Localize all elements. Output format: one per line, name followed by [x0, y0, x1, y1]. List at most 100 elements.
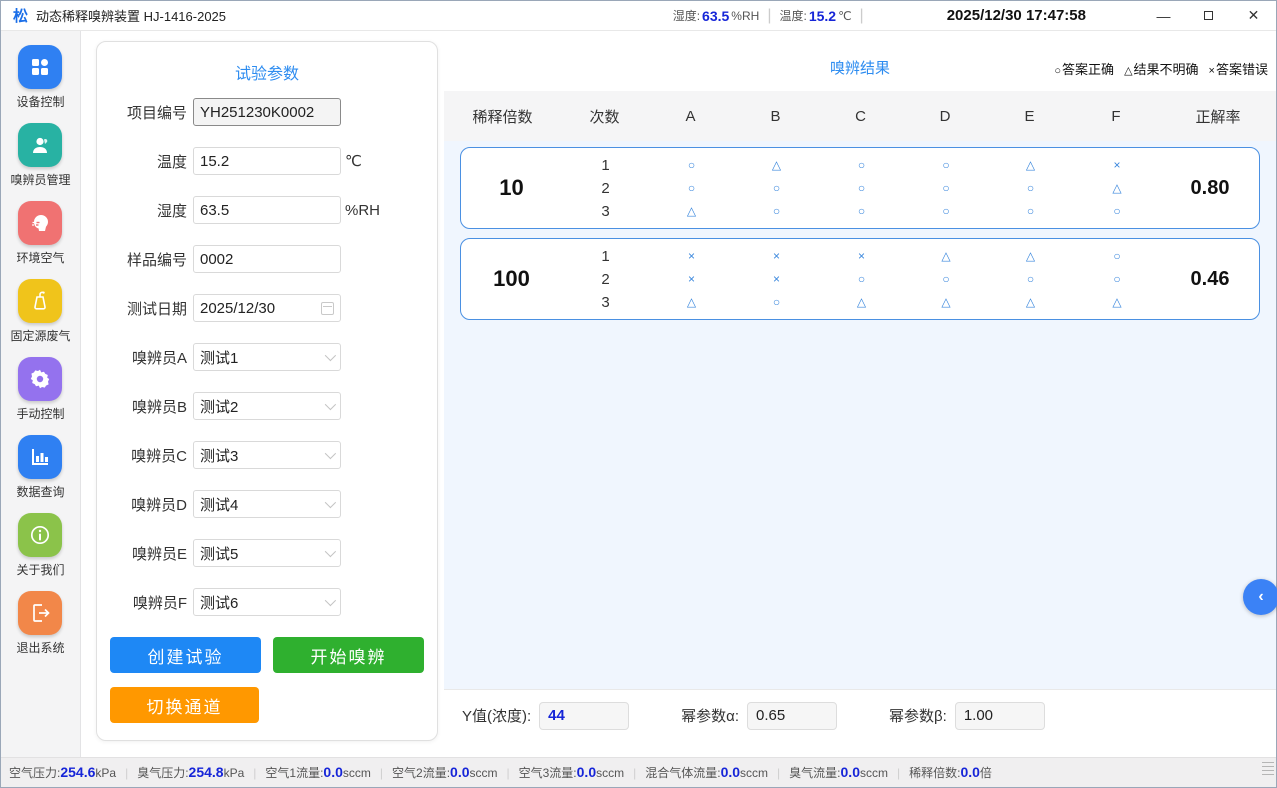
select-value: 测试1 — [200, 347, 238, 368]
select-value: 测试2 — [200, 396, 238, 417]
result-mark: ○ — [942, 200, 949, 223]
sidebar-item-sniffer-management[interactable]: 嗅辨员管理 — [10, 123, 70, 188]
trial-numbers: 123 — [562, 154, 649, 223]
minimize-button[interactable]: — — [1141, 1, 1186, 30]
result-mark: ○ — [1027, 177, 1034, 200]
legend-label: 答案错误 — [1216, 62, 1268, 77]
sidebar-item-fixed-source-gas[interactable]: 固定源废气 — [10, 279, 70, 344]
marks-column: △○○ — [988, 154, 1073, 223]
separator: | — [860, 7, 864, 25]
result-mark: ○ — [858, 177, 865, 200]
sniffer-b-select[interactable]: 测试2 — [193, 392, 341, 420]
separator: | — [897, 766, 900, 780]
app-logo-icon: 松 — [13, 5, 28, 26]
sniffer-f-select[interactable]: 测试6 — [193, 588, 341, 616]
alpha-label: 幂参数α: — [681, 705, 739, 726]
temperature-input[interactable]: 15.2 — [193, 147, 341, 175]
header-trial: 次数 — [561, 106, 648, 127]
humidity-unit: %RH — [345, 202, 380, 219]
result-row[interactable]: 100123××△××○×○△△○△△○△○○△0.46 — [460, 238, 1260, 320]
marks-column: ○○○ — [904, 154, 988, 223]
y-value-input[interactable]: 44 — [539, 702, 629, 730]
sidebar-item-data-query[interactable]: 数据查询 — [16, 435, 64, 500]
marks-column: ××△ — [649, 245, 734, 314]
select-value: 测试3 — [200, 445, 238, 466]
status-label: 空气压力: — [9, 764, 60, 781]
resize-grip[interactable] — [1262, 762, 1274, 784]
drawer-collapse-button[interactable]: ‹ — [1243, 579, 1277, 615]
sidebar-item-exit-system[interactable]: 退出系统 — [16, 591, 64, 656]
field-sniffer-e: 嗅辨员E 测试5 — [97, 539, 437, 567]
field-project-number: 项目编号 YH251230K0002 — [97, 98, 437, 126]
humidity-input[interactable]: 63.5 — [193, 196, 341, 224]
humidity-unit: %RH — [731, 9, 759, 23]
separator: | — [380, 766, 383, 780]
result-row[interactable]: 10123○○△△○○○○○○○○△○○×△○0.80 — [460, 147, 1260, 229]
sample-number-input[interactable]: 0002 — [193, 245, 341, 273]
field-sniffer-c: 嗅辨员C 测试3 — [97, 441, 437, 469]
person-icon — [18, 123, 62, 167]
sidebar-item-ambient-air[interactable]: 环境空气 — [16, 201, 64, 266]
results-table-body: 10123○○△△○○○○○○○○△○○×△○0.80100123××△××○×… — [444, 141, 1276, 689]
field-label: 嗅辨员D — [97, 494, 193, 515]
status-unit: kPa — [224, 766, 245, 780]
status-unit: sccm — [860, 766, 888, 780]
result-mark: × — [688, 268, 695, 291]
status-unit: sccm — [343, 766, 371, 780]
result-mark: ○ — [773, 291, 780, 314]
separator: | — [633, 766, 636, 780]
status-label: 空气2流量: — [392, 764, 450, 781]
close-button[interactable]: ✕ — [1231, 1, 1276, 30]
status-value: 0.0 — [721, 764, 740, 780]
marks-column: △○○ — [734, 154, 819, 223]
alpha-input[interactable]: 0.65 — [747, 702, 837, 730]
calendar-icon[interactable] — [321, 302, 334, 315]
trial-number: 3 — [601, 291, 609, 314]
field-sniffer-f: 嗅辨员F 测试6 — [97, 588, 437, 616]
y-value-label: Y值(浓度): — [462, 705, 531, 726]
result-mark: △ — [687, 291, 696, 314]
header-rate: 正解率 — [1160, 106, 1276, 127]
beta-label: 幂参数β: — [889, 705, 947, 726]
sniffer-d-select[interactable]: 测试4 — [193, 490, 341, 518]
status-bar: 空气压力:254.6kPa|臭气压力:254.8kPa|空气1流量:0.0scc… — [1, 757, 1276, 787]
field-humidity: 湿度 63.5 %RH — [97, 196, 437, 224]
result-mark: ○ — [942, 154, 949, 177]
exit-icon — [18, 591, 62, 635]
start-sniff-button[interactable]: 开始嗅辨 — [273, 637, 424, 673]
gear-icon — [18, 357, 62, 401]
sidebar-item-device-control[interactable]: 设备控制 — [16, 45, 64, 110]
status-label: 混合气体流量: — [645, 764, 720, 781]
sidebar-item-label: 数据查询 — [16, 483, 64, 500]
status-unit: kPa — [95, 766, 116, 780]
result-mark: △ — [1026, 245, 1035, 268]
chevron-down-icon — [325, 546, 336, 557]
results-legend: ○答案正确 △结果不明确 ×答案错误 — [1054, 59, 1268, 78]
result-mark: ○ — [858, 154, 865, 177]
test-date-input[interactable]: 2025/12/30 — [193, 294, 341, 322]
header-dilution: 稀释倍数 — [444, 106, 561, 127]
status-label: 空气1流量: — [265, 764, 323, 781]
temperature-label: 温度: — [779, 7, 806, 24]
sniffer-a-select[interactable]: 测试1 — [193, 343, 341, 371]
result-mark: △ — [857, 291, 866, 314]
maximize-button[interactable] — [1186, 1, 1231, 30]
date-value: 2025/12/30 — [200, 300, 275, 317]
humidity-label: 湿度: — [673, 7, 700, 24]
trial-number: 2 — [601, 268, 609, 291]
status-label: 稀释倍数: — [909, 764, 960, 781]
legend-correct: ○答案正确 — [1054, 59, 1114, 78]
switch-channel-button[interactable]: 切换通道 — [110, 687, 259, 723]
field-sniffer-b: 嗅辨员B 测试2 — [97, 392, 437, 420]
result-mark: × — [1113, 154, 1120, 177]
sniffer-c-select[interactable]: 测试3 — [193, 441, 341, 469]
field-label: 样品编号 — [97, 249, 193, 270]
project-number-input[interactable]: YH251230K0002 — [193, 98, 341, 126]
sidebar-item-manual-control[interactable]: 手动控制 — [16, 357, 64, 422]
sidebar-item-about-us[interactable]: 关于我们 — [16, 513, 64, 578]
create-test-button[interactable]: 创建试验 — [110, 637, 261, 673]
result-mark: △ — [941, 245, 950, 268]
sniffer-e-select[interactable]: 测试5 — [193, 539, 341, 567]
status-value: 254.6 — [60, 764, 95, 780]
beta-input[interactable]: 1.00 — [955, 702, 1045, 730]
